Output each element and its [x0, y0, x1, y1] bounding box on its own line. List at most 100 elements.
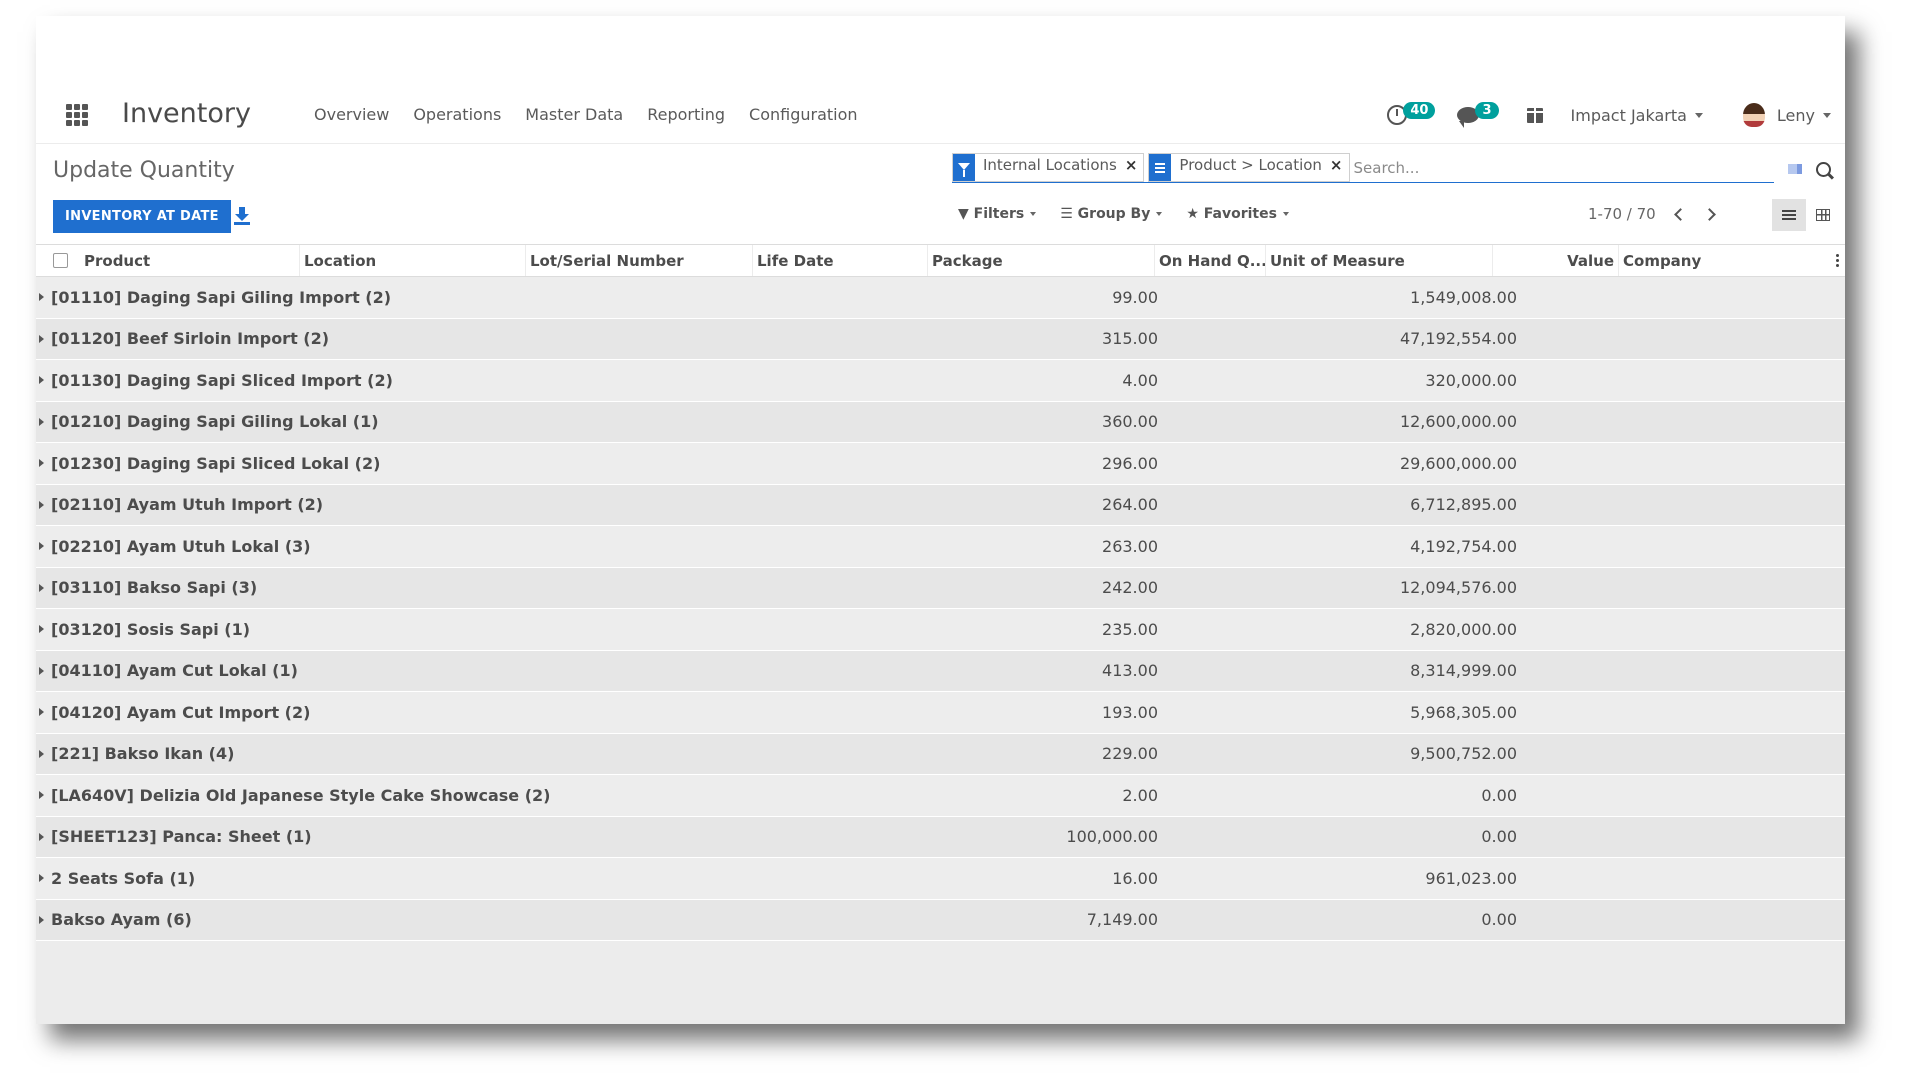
on-hand-qty: 229.00	[1102, 744, 1158, 764]
panel-toggle-icon[interactable]	[1788, 164, 1802, 174]
group-name: [03110] Bakso Sapi (3)	[51, 578, 258, 598]
chevron-left-icon[interactable]	[1673, 207, 1687, 221]
table-row[interactable]: 2 Seats Sofa (1) 16.00 961,023.00	[36, 858, 1845, 900]
app-window: Inventory Overview Operations Master Dat…	[36, 16, 1845, 1024]
pivot-view-button[interactable]	[1806, 199, 1840, 231]
caret-right-icon	[39, 625, 44, 634]
table-row[interactable]: [02210] Ayam Utuh Lokal (3) 263.00 4,192,7…	[36, 526, 1845, 568]
filter-icon	[953, 154, 975, 181]
activity-menu[interactable]: 40	[1387, 101, 1436, 125]
group-by-dropdown[interactable]: ☰ Group By	[1060, 206, 1163, 222]
group-name: [04120] Ayam Cut Import (2)	[51, 702, 311, 722]
filter-bar: ▼ Filters ☰ Group By ★ Favorites	[958, 206, 1289, 222]
menu-master-data[interactable]: Master Data	[525, 105, 623, 124]
caret-right-icon	[39, 583, 44, 592]
search-input[interactable]	[1353, 153, 1774, 182]
company-name: Impact Jakarta	[1570, 105, 1687, 125]
value: 6,712,895.00	[1410, 495, 1517, 515]
apps-grid-icon[interactable]	[66, 104, 88, 126]
table-row[interactable]: [01130] Daging Sapi Sliced Import (2) 4.0…	[36, 360, 1845, 402]
graph-view-button[interactable]	[1840, 199, 1845, 231]
table-header: Product Location Lot/Serial Number Life …	[36, 244, 1845, 277]
table-row[interactable]: [02110] Ayam Utuh Import (2) 264.00 6,712,…	[36, 484, 1845, 526]
search-icon[interactable]	[1816, 162, 1831, 177]
table-body: [01110] Daging Sapi Giling Import (2) 99.…	[36, 277, 1845, 941]
caret-right-icon	[39, 376, 44, 385]
caret-right-icon	[39, 874, 44, 883]
value: 0.00	[1481, 910, 1517, 930]
group-name: [02210] Ayam Utuh Lokal (3)	[51, 536, 311, 556]
facet-internal-locations: Internal Locations ×	[952, 153, 1145, 182]
download-icon-base	[234, 222, 250, 225]
favorites-dropdown[interactable]: ★ Favorites	[1186, 206, 1289, 222]
top-navbar: Inventory Overview Operations Master Dat…	[36, 86, 1845, 144]
column-lot-serial[interactable]: Lot/Serial Number	[526, 245, 753, 276]
group-name: [221] Bakso Ikan (4)	[51, 744, 235, 764]
value: 4,192,754.00	[1410, 536, 1517, 556]
pager-value[interactable]: 1-70 / 70	[1588, 205, 1656, 223]
list-view-button[interactable]	[1772, 199, 1806, 231]
column-value[interactable]: Value	[1493, 245, 1619, 276]
messaging-menu[interactable]: 3	[1457, 101, 1499, 128]
caret-right-icon	[39, 500, 44, 509]
group-name: [03120] Sosis Sapi (1)	[51, 619, 251, 639]
value: 0.00	[1481, 827, 1517, 847]
table-row[interactable]: [01120] Beef Sirloin Import (2) 315.00 47,…	[36, 318, 1845, 360]
column-company[interactable]: Company	[1619, 245, 1799, 276]
caret-right-icon	[39, 542, 44, 551]
table-row[interactable]: [01110] Daging Sapi Giling Import (2) 99.…	[36, 277, 1845, 319]
table-row[interactable]: Bakso Ayam (6) 7,149.00 0.00	[36, 899, 1845, 941]
on-hand-qty: 193.00	[1102, 702, 1158, 722]
column-location[interactable]: Location	[300, 245, 526, 276]
chevron-right-icon[interactable]	[1702, 207, 1716, 221]
close-icon[interactable]: ×	[1125, 154, 1144, 181]
table-row[interactable]: [SHEET123] Panca: Sheet (1) 100,000.00 0.0…	[36, 816, 1845, 858]
value: 2,820,000.00	[1410, 619, 1517, 639]
on-hand-qty: 296.00	[1102, 453, 1158, 473]
value: 9,500,752.00	[1410, 744, 1517, 764]
gift-menu[interactable]	[1524, 107, 1545, 123]
group-name: [SHEET123] Panca: Sheet (1)	[51, 827, 312, 847]
list-icon	[1782, 214, 1796, 216]
table-row[interactable]: [03110] Bakso Sapi (3) 242.00 12,094,576.0…	[36, 567, 1845, 609]
on-hand-qty: 2.00	[1122, 785, 1158, 805]
table-row[interactable]: [04120] Ayam Cut Import (2) 193.00 5,968,3…	[36, 692, 1845, 734]
value: 320,000.00	[1425, 370, 1517, 390]
on-hand-qty: 100,000.00	[1066, 827, 1158, 847]
menu-overview[interactable]: Overview	[314, 105, 389, 124]
column-unit-of-measure[interactable]: Unit of Measure	[1266, 245, 1493, 276]
table-icon	[1816, 209, 1830, 221]
table-row[interactable]: [01230] Daging Sapi Sliced Lokal (2) 296.…	[36, 443, 1845, 485]
value: 1,549,008.00	[1410, 287, 1517, 307]
app-title[interactable]: Inventory	[122, 98, 251, 129]
main-menu: Overview Operations Master Data Reportin…	[314, 105, 858, 124]
table-row[interactable]: [01210] Daging Sapi Giling Lokal (1) 360.…	[36, 401, 1845, 443]
table-row[interactable]: [LA640V] Delizia Old Japanese Style Cake…	[36, 775, 1845, 817]
select-all-checkbox[interactable]	[53, 253, 68, 268]
column-life-date[interactable]: Life Date	[753, 245, 928, 276]
group-name: [01130] Daging Sapi Sliced Import (2)	[51, 370, 393, 390]
table-row[interactable]: [04110] Ayam Cut Lokal (1) 413.00 8,314,99…	[36, 650, 1845, 692]
close-icon[interactable]: ×	[1330, 154, 1349, 181]
column-package[interactable]: Package	[928, 245, 1155, 276]
table-row[interactable]: [03120] Sosis Sapi (1) 235.00 2,820,000.00	[36, 609, 1845, 651]
inventory-at-date-button[interactable]: INVENTORY AT DATE	[53, 200, 231, 233]
menu-configuration[interactable]: Configuration	[749, 105, 858, 124]
table-row[interactable]: [221] Bakso Ikan (4) 229.00 9,500,752.00	[36, 733, 1845, 775]
caret-down-icon	[1694, 112, 1703, 118]
optional-columns-icon[interactable]	[1836, 259, 1839, 262]
company-switcher[interactable]: Impact Jakarta	[1571, 106, 1703, 125]
filters-dropdown[interactable]: ▼ Filters	[958, 206, 1037, 222]
user-menu[interactable]: Leny	[1742, 103, 1831, 127]
search-bar: Internal Locations × Product > Location …	[952, 153, 1774, 183]
menu-operations[interactable]: Operations	[413, 105, 501, 124]
caret-right-icon	[39, 708, 44, 717]
column-on-hand-qty[interactable]: On Hand Q...	[1155, 245, 1266, 276]
message-badge: 3	[1475, 101, 1499, 119]
column-product[interactable]: Product	[80, 245, 300, 276]
menu-reporting[interactable]: Reporting	[647, 105, 725, 124]
caret-right-icon	[39, 915, 44, 924]
value: 47,192,554.00	[1399, 329, 1517, 349]
value: 29,600,000.00	[1399, 453, 1517, 473]
user-name: Leny	[1776, 105, 1815, 125]
